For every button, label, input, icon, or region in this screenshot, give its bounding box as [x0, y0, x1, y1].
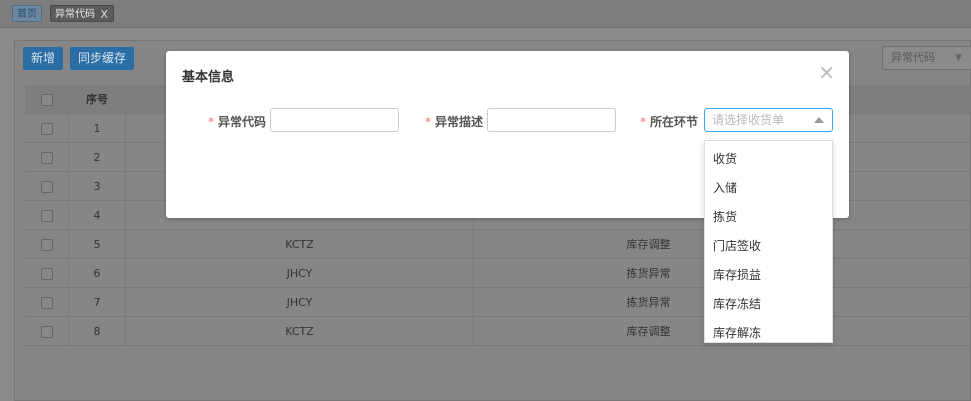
- code-label: * 异常代码: [208, 113, 266, 130]
- stage-select[interactable]: 请选择收货单: [704, 108, 833, 132]
- modal-title: 基本信息: [182, 70, 235, 85]
- close-icon[interactable]: X: [100, 6, 108, 23]
- sync-cache-button[interactable]: 同步缓存: [70, 47, 135, 70]
- checkbox-icon[interactable]: [40, 123, 53, 135]
- row-no: 1: [69, 114, 126, 142]
- chevron-down-icon: ▼: [955, 53, 962, 63]
- row-no: 8: [69, 317, 126, 345]
- row-code: KCTZ: [126, 317, 474, 345]
- row-checkbox-cell[interactable]: [25, 230, 69, 258]
- stage-label: * 所在环节: [640, 113, 698, 130]
- row-checkbox-cell[interactable]: [25, 259, 69, 287]
- required-mark: *: [208, 115, 214, 129]
- dropdown-option[interactable]: 库存解冻: [705, 319, 832, 342]
- checkbox-icon[interactable]: [40, 152, 53, 164]
- code-input[interactable]: [270, 108, 399, 132]
- desc-input[interactable]: [487, 108, 616, 132]
- checkbox-icon[interactable]: [40, 268, 53, 280]
- close-icon[interactable]: ×: [818, 62, 835, 82]
- dropdown-option[interactable]: 收货: [705, 145, 832, 174]
- add-button[interactable]: 新增: [23, 47, 64, 70]
- stage-select-placeholder: 请选择收货单: [712, 113, 785, 127]
- select-all-cell[interactable]: [25, 85, 69, 113]
- checkbox-icon[interactable]: [40, 94, 53, 106]
- checkbox-icon[interactable]: [40, 239, 53, 251]
- tab-home[interactable]: 首页: [12, 5, 42, 22]
- required-mark: *: [640, 115, 646, 129]
- row-no: 4: [69, 201, 126, 229]
- required-mark: *: [425, 115, 431, 129]
- row-code: KCTZ: [126, 230, 474, 258]
- tab-exception-code[interactable]: 异常代码 X: [50, 5, 114, 22]
- row-checkbox-cell[interactable]: [25, 201, 69, 229]
- code-label-text: 异常代码: [218, 115, 267, 129]
- header-no: 序号: [69, 85, 126, 113]
- row-no: 6: [69, 259, 126, 287]
- caret-up-icon: [814, 117, 824, 123]
- dropdown-option[interactable]: 拣货: [705, 203, 832, 232]
- dropdown-option[interactable]: 库存冻结: [705, 290, 832, 319]
- dropdown-option[interactable]: 库存损益: [705, 261, 832, 290]
- stage-dropdown: 收货 入储 拣货 门店签收 库存损益 库存冻结 库存解冻: [704, 140, 833, 343]
- row-no: 5: [69, 230, 126, 258]
- row-no: 2: [69, 143, 126, 171]
- checkbox-icon[interactable]: [40, 326, 53, 338]
- stage-label-text: 所在环节: [650, 115, 699, 129]
- row-checkbox-cell[interactable]: [25, 317, 69, 345]
- checkbox-icon[interactable]: [40, 297, 53, 309]
- filter-select-value: 异常代码: [891, 51, 935, 64]
- row-code: JHCY: [126, 288, 474, 316]
- desc-label: * 异常描述: [425, 113, 483, 130]
- tab-exception-code-label: 异常代码: [55, 9, 95, 20]
- desc-label-text: 异常描述: [435, 115, 484, 129]
- row-checkbox-cell[interactable]: [25, 172, 69, 200]
- row-checkbox-cell[interactable]: [25, 114, 69, 142]
- tab-bar: 首页 异常代码 X: [0, 0, 971, 28]
- row-checkbox-cell[interactable]: [25, 288, 69, 316]
- row-no: 3: [69, 172, 126, 200]
- checkbox-icon[interactable]: [40, 210, 53, 222]
- dropdown-option[interactable]: 门店签收: [705, 232, 832, 261]
- row-checkbox-cell[interactable]: [25, 143, 69, 171]
- dropdown-option[interactable]: 入储: [705, 174, 832, 203]
- checkbox-icon[interactable]: [40, 181, 53, 193]
- row-code: JHCY: [126, 259, 474, 287]
- filter-select[interactable]: 异常代码 ▼: [882, 46, 971, 70]
- row-no: 7: [69, 288, 126, 316]
